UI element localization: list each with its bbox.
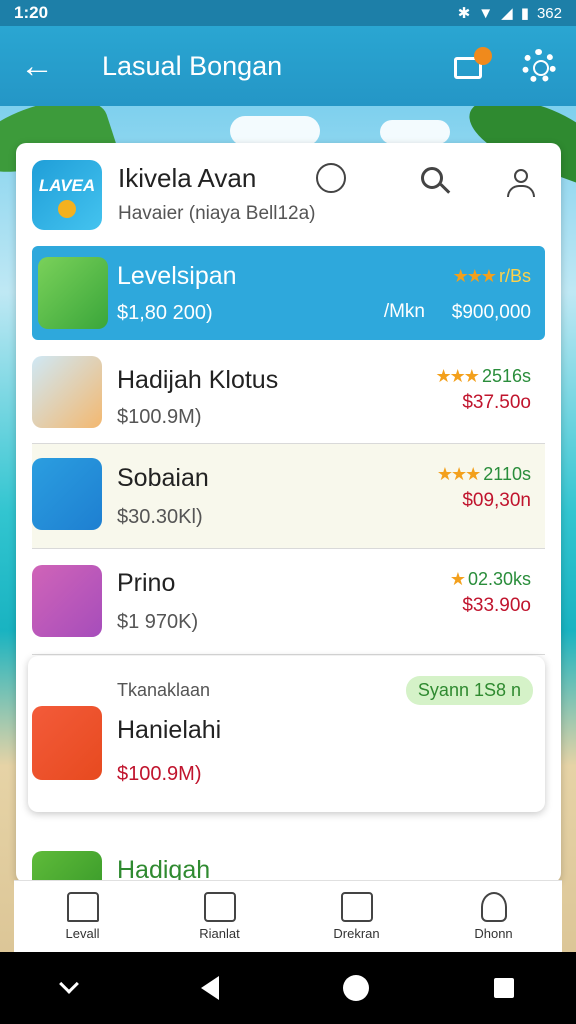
rating-text: 2110s bbox=[483, 464, 531, 484]
featured-item-card[interactable]: Tkanaklaan Syann 1S8 n Hanielahi $100.9M… bbox=[28, 656, 545, 812]
item-name: Levelsipan bbox=[117, 262, 237, 290]
item-thumbnail bbox=[32, 356, 102, 428]
cart-button[interactable] bbox=[450, 47, 492, 85]
bottom-nav: Levall Rianlat Drekran Dhonn bbox=[14, 880, 562, 952]
home-circle-icon[interactable] bbox=[343, 975, 370, 1001]
status-time: 1:20 bbox=[14, 3, 49, 22]
cart-badge bbox=[474, 47, 492, 65]
search-button[interactable] bbox=[421, 167, 451, 195]
logo-text: LAVEA bbox=[38, 176, 96, 195]
wifi-icon: ▼ bbox=[478, 4, 494, 22]
app-title: Lasual Bongan bbox=[102, 50, 283, 81]
cloud bbox=[380, 120, 450, 144]
item-rating: ★★★ 2516s bbox=[436, 366, 531, 387]
message-icon bbox=[203, 892, 236, 922]
nav-item-home[interactable]: Levall bbox=[14, 881, 151, 952]
featured-badge: Syann 1S8 n bbox=[405, 676, 533, 705]
item-price: $09,30n bbox=[462, 490, 531, 511]
item-subtitle: $100.9M) bbox=[117, 406, 202, 428]
item-rating: ★ 02.30ks bbox=[450, 569, 531, 590]
item-subtitle: $1 970K) bbox=[117, 611, 199, 633]
nav-label: Rianlat bbox=[199, 926, 240, 941]
featured-thumbnail bbox=[32, 706, 102, 780]
item-price: $33.90o bbox=[462, 595, 531, 616]
nav-label: Dhonn bbox=[474, 926, 513, 941]
featured-price: $100.9M) bbox=[117, 763, 202, 785]
nav-label: Levall bbox=[65, 926, 100, 941]
featured-name: Hanielahi bbox=[117, 716, 222, 744]
list-item[interactable]: Levelsipan $1,80 200) ★★★ r/Bs /Mkn $900,… bbox=[32, 246, 545, 340]
item-price: $37.50o bbox=[462, 392, 531, 413]
star-rating-icon: ★★★ bbox=[435, 366, 480, 386]
store-subtitle: Havaier (niaya Bell12a) bbox=[118, 203, 316, 224]
list-item[interactable]: Sobaian $30.30Kl) ★★★ 2110s $09,30n bbox=[32, 444, 545, 549]
back-arrow-icon[interactable]: ← bbox=[20, 46, 60, 86]
profile-button[interactable] bbox=[507, 169, 535, 199]
star-rating-icon: ★ bbox=[449, 569, 466, 589]
home-icon bbox=[66, 892, 99, 922]
item-tag: /Mkn bbox=[383, 301, 425, 322]
settings-gear-icon[interactable] bbox=[522, 49, 556, 83]
nav-item-inbox[interactable]: Drekran bbox=[288, 881, 425, 952]
rating-text: 2516s bbox=[481, 366, 531, 386]
search-icon-handle bbox=[439, 183, 451, 194]
item-subtitle: $30.30Kl) bbox=[117, 506, 203, 528]
star-rating-icon: ★★★ bbox=[436, 464, 481, 484]
system-nav-bar bbox=[0, 952, 576, 1024]
person-icon bbox=[514, 169, 528, 183]
logo-dot bbox=[58, 200, 76, 218]
item-rating: ★★★ 2110s bbox=[437, 464, 531, 485]
status-icons: ✱ ▼ ◢ ▮ 362 bbox=[457, 4, 562, 23]
rating-text: r/Bs bbox=[498, 266, 531, 286]
person-icon bbox=[480, 892, 507, 922]
item-rating: ★★★ r/Bs bbox=[453, 266, 531, 287]
item-thumbnail bbox=[32, 458, 102, 530]
battery-icon: ▮ bbox=[520, 5, 529, 22]
status-bar: 1:20 ✱ ▼ ◢ ▮ 362 bbox=[0, 0, 576, 26]
rating-text: 02.30ks bbox=[467, 569, 531, 589]
cloud bbox=[230, 116, 320, 146]
item-name: Hadijah Klotus bbox=[117, 366, 279, 394]
nav-label: Drekran bbox=[333, 926, 380, 941]
bluetooth-icon: ✱ bbox=[457, 5, 471, 22]
signal-icon: ◢ bbox=[501, 5, 513, 22]
item-thumbnail bbox=[38, 257, 108, 329]
app-logo[interactable]: LAVEA bbox=[32, 160, 102, 230]
back-triangle-icon[interactable] bbox=[200, 976, 219, 1000]
nav-item-messages[interactable]: Rianlat bbox=[151, 881, 288, 952]
list-item[interactable]: Prino $1 970K) ★ 02.30ks $33.90o bbox=[32, 549, 545, 655]
star-rating-icon: ★★★ bbox=[452, 266, 497, 286]
item-name: Prino bbox=[117, 569, 176, 597]
nav-item-profile[interactable]: Dhonn bbox=[425, 881, 562, 952]
item-subtitle: $1,80 200) bbox=[117, 302, 213, 324]
battery-level: 362 bbox=[536, 4, 562, 22]
list-item[interactable]: Hadijah Klotus $100.9M) ★★★ 2516s $37.50o bbox=[32, 348, 545, 444]
emoji-icon[interactable] bbox=[316, 163, 346, 193]
person-icon-shoulders bbox=[507, 185, 535, 197]
item-name: Sobaian bbox=[117, 464, 209, 492]
featured-label: Tkanaklaan bbox=[117, 680, 211, 700]
card-header: LAVEA Ikivela Avan Havaier (niaya Bell12… bbox=[16, 143, 561, 243]
chevron-down-icon[interactable] bbox=[59, 974, 80, 994]
inbox-icon bbox=[340, 892, 373, 922]
store-title: Ikivela Avan bbox=[118, 163, 257, 193]
recent-apps-icon[interactable] bbox=[493, 978, 514, 998]
item-price: $900,000 bbox=[451, 302, 531, 323]
item-thumbnail bbox=[32, 565, 102, 637]
app-bar: ← Lasual Bongan bbox=[0, 26, 576, 106]
